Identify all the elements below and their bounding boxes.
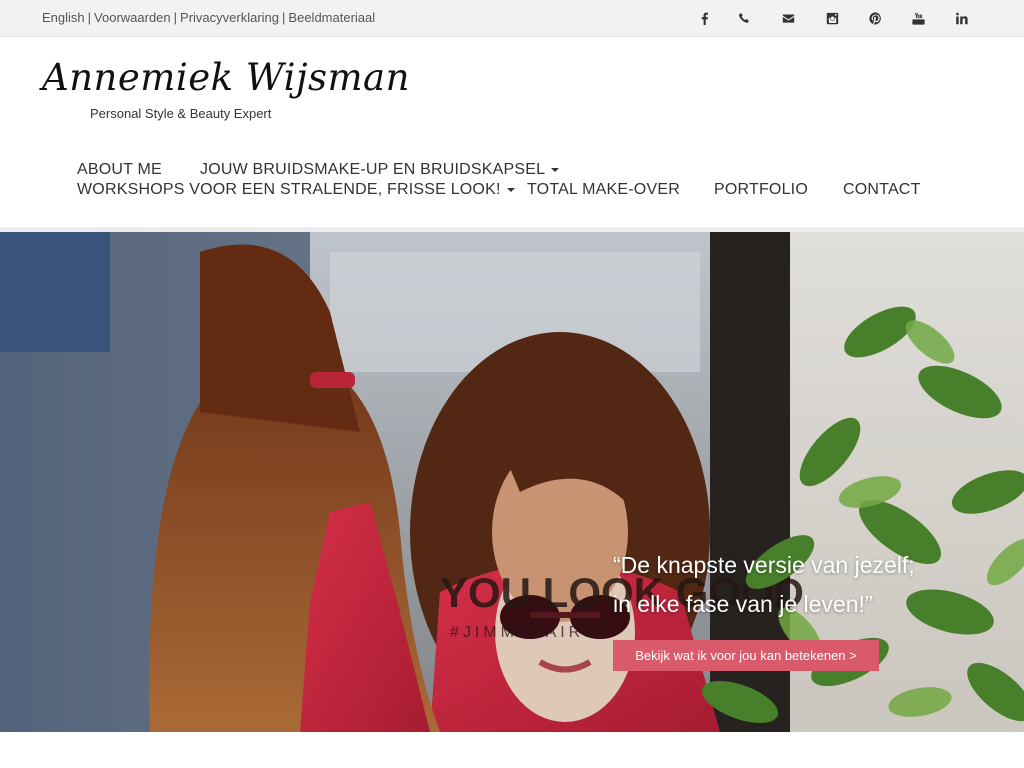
nav-label: TOTAL MAKE-OVER (527, 181, 680, 198)
link-voorwaarden[interactable]: Voorwaarden (94, 10, 171, 25)
nav-portfolio[interactable]: PORTFOLIO (714, 181, 808, 199)
top-bar: English | Voorwaarden | Privacyverklaring | Be… (0, 0, 1024, 37)
nav-contact[interactable]: CONTACT (843, 181, 921, 199)
nav-label: CONTACT (843, 181, 921, 198)
caret-down-icon (506, 187, 515, 192)
pinterest-icon[interactable] (865, 8, 885, 28)
site-logo[interactable]: Annemiek Wijsman Personal Style & Beauty… (42, 56, 409, 126)
hero-quote-line-1: “De knapste versie van jezelf; (613, 552, 915, 578)
phone-icon[interactable] (734, 8, 754, 28)
envelope-icon[interactable] (778, 8, 798, 28)
link-separator: | (87, 10, 92, 25)
nav-workshops[interactable]: WORKSHOPS VOOR EEN STRALENDE, FRISSE LOO… (77, 181, 515, 199)
hero-banner: YOU LOOK GOOD #JIMMYFAIRLY “De knapste v… (0, 232, 1024, 732)
linkedin-icon[interactable] (951, 8, 971, 28)
hero-quote: “De knapste versie van jezelf; in elke f… (613, 546, 915, 624)
link-beeldmateriaal[interactable]: Beeldmateriaal (288, 10, 375, 25)
instagram-icon[interactable] (822, 8, 842, 28)
nav-bruidsmake-up[interactable]: JOUW BRUIDSMAKE-UP EN BRUIDSKAPSEL (200, 161, 560, 179)
nav-label: JOUW BRUIDSMAKE-UP EN BRUIDSKAPSEL (200, 161, 546, 178)
nav-about-me[interactable]: ABOUT ME (77, 161, 162, 179)
nav-label: PORTFOLIO (714, 181, 808, 198)
top-links: English | Voorwaarden | Privacyverklaring | Be… (42, 10, 375, 25)
nav-label: ABOUT ME (77, 161, 162, 178)
link-separator: | (282, 10, 286, 25)
hero-quote-line-2: in elke fase van je leven!” (613, 591, 873, 617)
nav-total-make-over[interactable]: TOTAL MAKE-OVER (527, 181, 680, 199)
logo-name: Annemiek Wijsman (42, 56, 410, 99)
link-privacyverklaring[interactable]: Privacyverklaring (180, 10, 279, 25)
link-english[interactable]: English (42, 10, 85, 25)
link-separator: | (173, 10, 178, 25)
youtube-icon[interactable] (908, 8, 928, 28)
cta-button[interactable]: Bekijk wat ik voor jou kan betekenen > (613, 640, 879, 671)
caret-down-icon (551, 167, 560, 172)
facebook-icon[interactable] (694, 8, 714, 28)
logo-tagline: Personal Style & Beauty Expert (90, 106, 272, 121)
nav-label: WORKSHOPS VOOR EEN STRALENDE, FRISSE LOO… (77, 181, 501, 198)
